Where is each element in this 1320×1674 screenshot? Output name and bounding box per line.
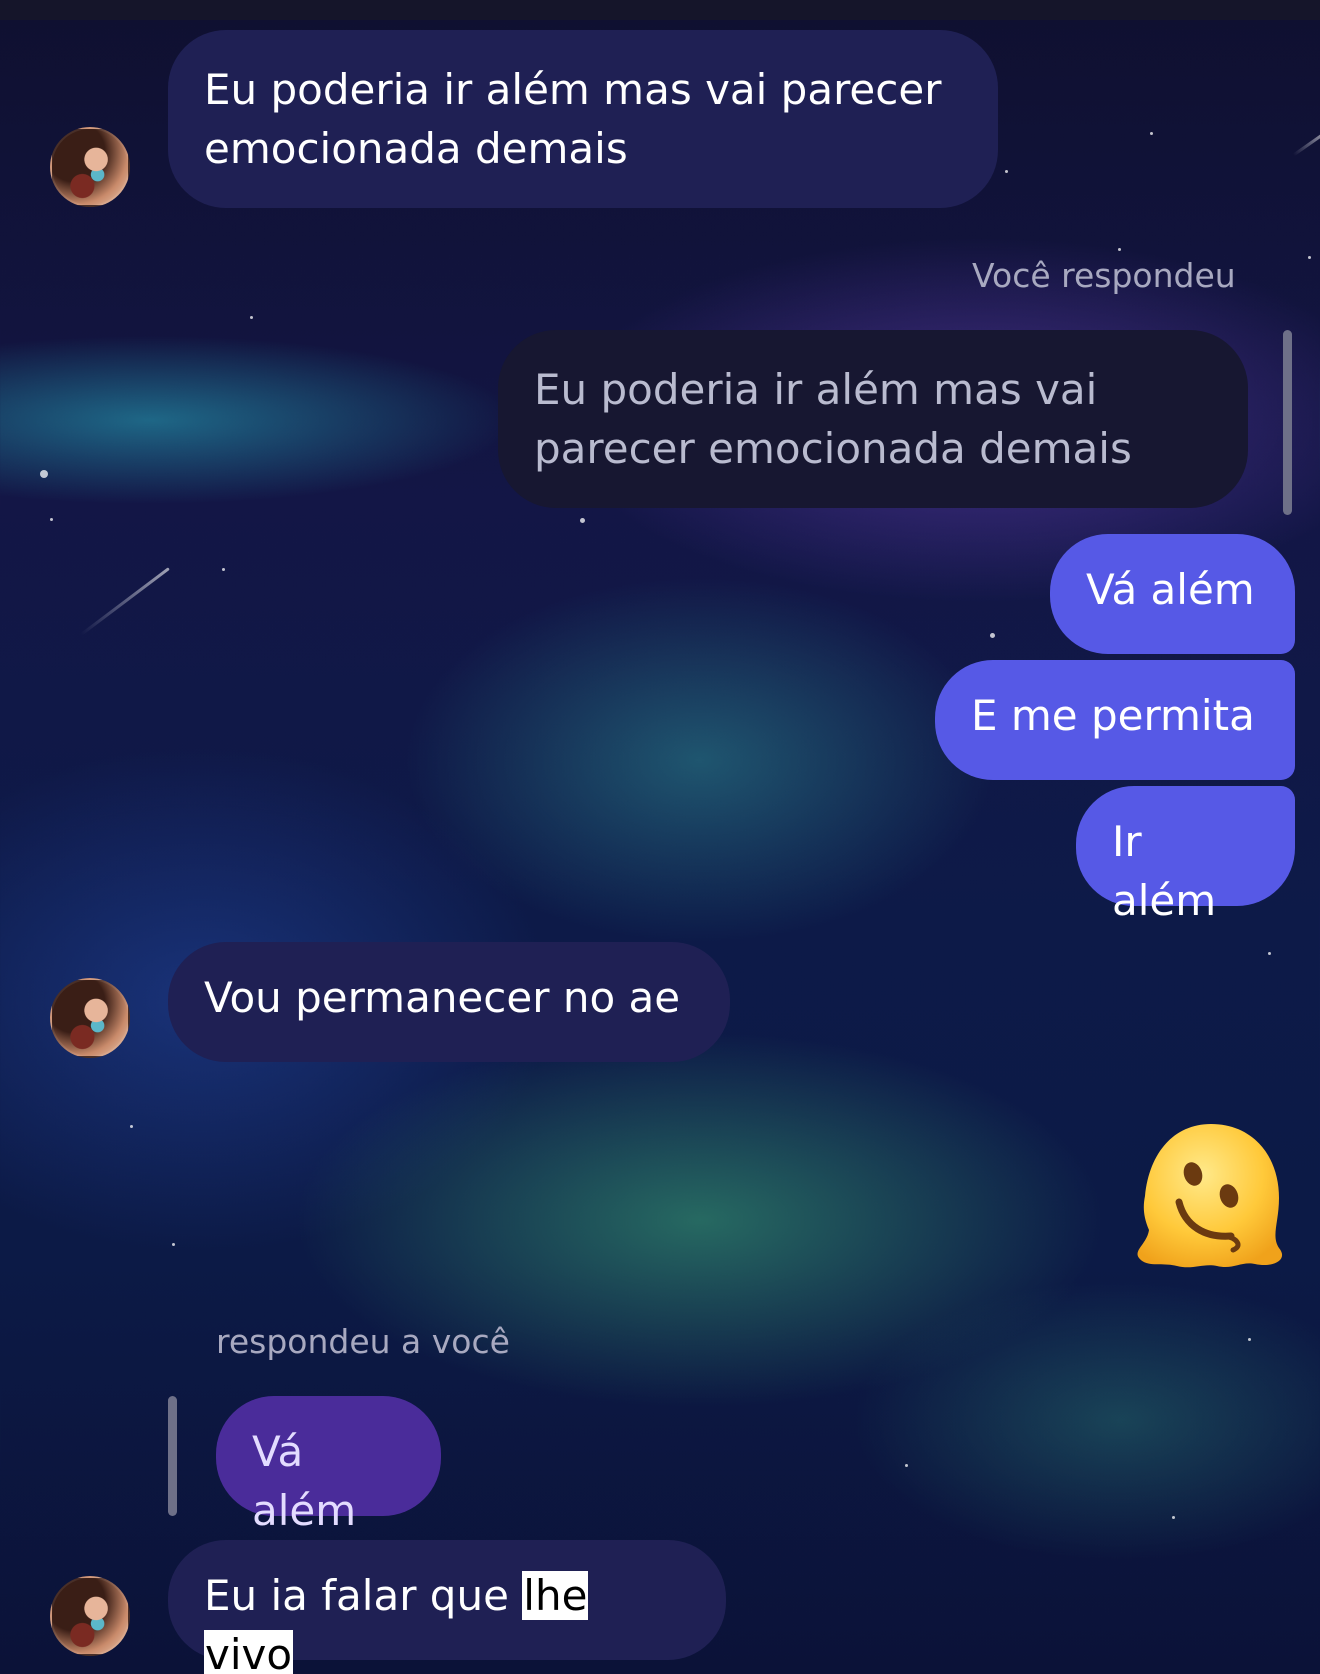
incoming-message[interactable]: Eu poderia ir além mas vai parecer emoci… <box>168 30 998 208</box>
incoming-message[interactable]: Vou permanecer no ae <box>168 942 730 1062</box>
quoted-text: Vá além <box>252 1427 357 1535</box>
message-text: Eu poderia ir além mas vai parecer emoci… <box>204 65 942 173</box>
outgoing-message[interactable]: Vá além <box>1050 534 1295 654</box>
reply-indicator-bar <box>1283 330 1292 515</box>
reply-indicator-bar <box>168 1396 177 1516</box>
status-bar <box>0 0 1320 20</box>
quoted-reply[interactable]: Vá além <box>216 1396 441 1535</box>
message-text: Ir além <box>1112 817 1217 925</box>
contact-avatar[interactable] <box>50 1576 130 1656</box>
contact-avatar[interactable] <box>50 978 130 1058</box>
contact-avatar[interactable] <box>50 127 130 207</box>
highlighted-word[interactable]: vivo <box>204 1630 294 1674</box>
message-text: Vá além <box>1086 565 1255 614</box>
incoming-message[interactable]: Eu ia falar que lhe vivo <box>168 1540 726 1674</box>
reply-label-them: respondeu a você <box>216 1322 510 1361</box>
reply-label-you: Você respondeu <box>972 256 1236 295</box>
highlighted-word[interactable]: lhe <box>522 1571 589 1620</box>
quoted-message[interactable]: Eu poderia ir além mas vai parecer emoci… <box>498 330 1248 508</box>
message-text: Eu ia falar que <box>204 1571 523 1620</box>
melting-face-emoji[interactable] <box>1133 1118 1289 1274</box>
outgoing-message[interactable]: Ir além <box>1076 786 1295 925</box>
message-text: Vou permanecer no ae <box>204 973 681 1022</box>
quoted-text: Eu poderia ir além mas vai parecer emoci… <box>534 365 1132 473</box>
message-text: E me permita <box>971 691 1255 740</box>
outgoing-message[interactable]: E me permita <box>935 660 1295 780</box>
